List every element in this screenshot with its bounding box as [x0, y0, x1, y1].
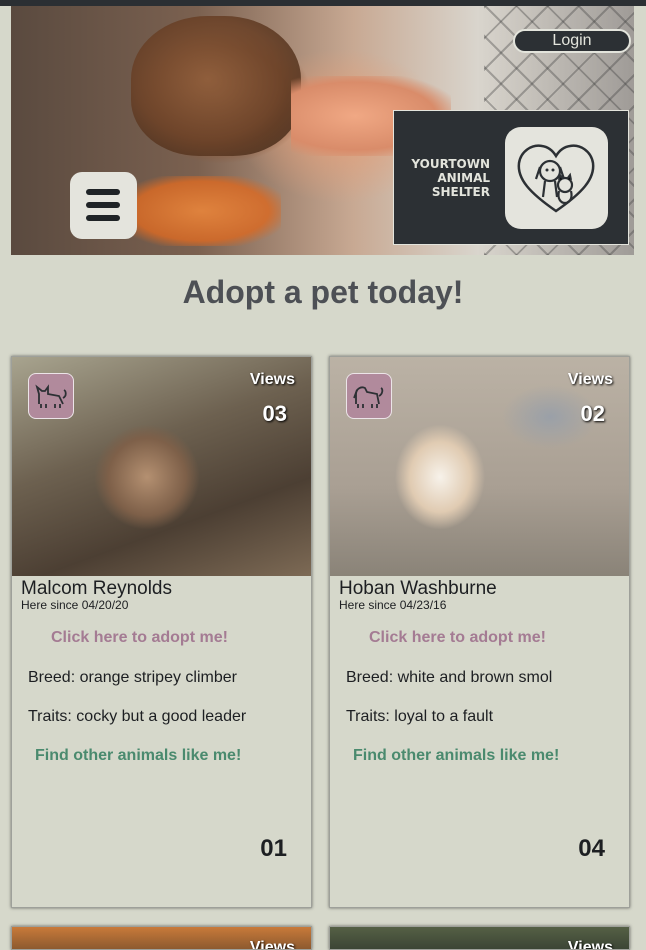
- menu-line-icon: [86, 189, 120, 195]
- hero-dog-image: [131, 16, 301, 156]
- pet-name: Malcom Reynolds: [21, 578, 172, 599]
- pet-photo[interactable]: Views 02: [330, 357, 629, 576]
- adopt-link[interactable]: Click here to adopt me!: [51, 629, 228, 647]
- page-headline: Adopt a pet today!: [182, 274, 464, 310]
- hero-banner: Login YOURTOWN ANIMAL SHELTER: [11, 6, 634, 255]
- card-number: 01: [260, 835, 287, 862]
- pet-arrival-date: Here since 04/20/20: [21, 598, 129, 612]
- pet-card: Views 02 Hoban Washburne Here since 04/2…: [329, 356, 630, 908]
- pet-traits: Traits: cocky but a good leader: [28, 708, 247, 725]
- brand-name: YOURTOWN ANIMAL SHELTER: [390, 157, 490, 199]
- pet-photo[interactable]: Views: [12, 927, 311, 949]
- views-count: 03: [262, 401, 287, 426]
- find-similar-link[interactable]: Find other animals like me!: [35, 747, 241, 765]
- pet-breed: Breed: white and brown smol: [346, 669, 553, 686]
- shelter-logo-icon: [505, 127, 608, 229]
- brand-line: SHELTER: [431, 185, 490, 199]
- pet-card: Views: [329, 926, 630, 950]
- menu-line-icon: [86, 215, 120, 221]
- pet-breed: Breed: orange stripey climber: [28, 669, 237, 686]
- pet-photo[interactable]: Views: [330, 927, 629, 949]
- pet-card: Views: [11, 926, 312, 950]
- dog-icon: [346, 373, 392, 419]
- pet-card: Views 03 Malcom Reynolds Here since 04/2…: [11, 356, 312, 908]
- shelter-brand: YOURTOWN ANIMAL SHELTER: [393, 110, 629, 245]
- pet-traits: Traits: loyal to a fault: [346, 708, 494, 725]
- find-similar-link[interactable]: Find other animals like me!: [353, 747, 559, 765]
- adopt-link[interactable]: Click here to adopt me!: [369, 629, 546, 647]
- menu-line-icon: [86, 202, 120, 208]
- views-label: Views: [567, 371, 613, 388]
- pet-arrival-date: Here since 04/23/16: [339, 598, 447, 612]
- hero-ribbon-image: [121, 176, 281, 246]
- hamburger-menu-button[interactable]: [70, 172, 137, 239]
- login-button[interactable]: Login: [513, 29, 631, 53]
- brand-line: YOURTOWN: [411, 157, 490, 171]
- pet-photo[interactable]: Views 03: [12, 357, 311, 576]
- card-number: 04: [578, 835, 605, 862]
- cat-icon: [28, 373, 74, 419]
- pet-name: Hoban Washburne: [339, 578, 497, 599]
- views-label: Views: [249, 371, 295, 388]
- brand-line: ANIMAL: [437, 171, 490, 185]
- views-count: 02: [580, 401, 605, 426]
